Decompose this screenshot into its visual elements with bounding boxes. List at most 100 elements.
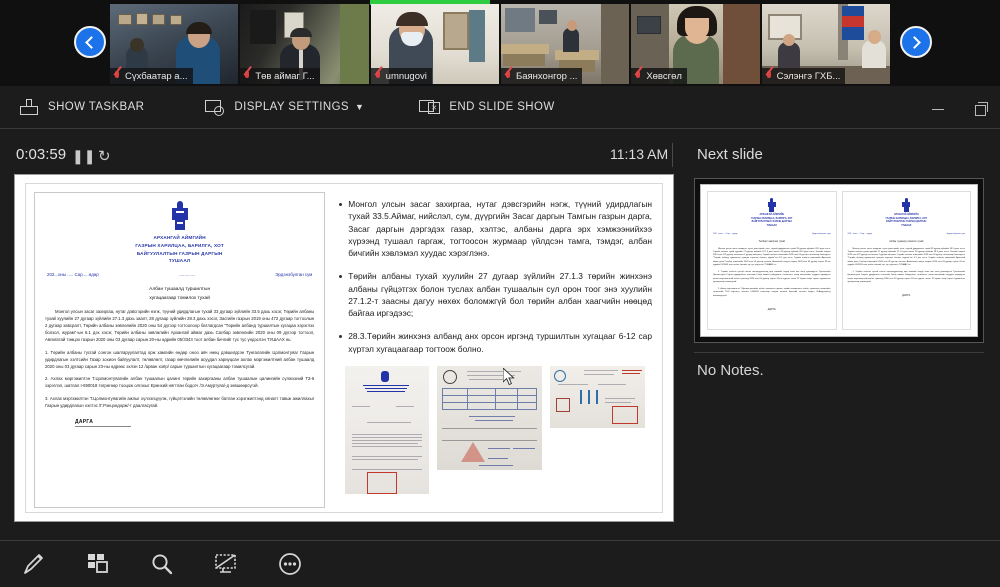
taskbar-icon (18, 98, 38, 116)
document-paragraph: 3. Ахлах мэргэжилтэн Т.Цолмонтуяагийн аж… (45, 396, 315, 409)
next-slide-canvas: АРХАНГАЙ АЙМГИЙН ГАЗРЫН ХАРИЛЦАА, БАРИЛГ… (700, 184, 978, 337)
end-show-icon (419, 98, 441, 116)
scanned-certificate-form-photo (437, 365, 543, 470)
next-doc-paragraph: 2. Ахлах мэргэжилтэн Т.Цолмонтуяагийн ал… (713, 288, 831, 297)
participant-tile[interactable]: Хөвсгөл (631, 4, 760, 84)
timer-pause-button[interactable]: ❚❚ (72, 148, 95, 165)
next-doc-date: 202...оны ... Сар.....өдөр (847, 232, 873, 235)
next-doc-meta: 202...оны ... Сар.....өдөр Эрдэнэбулган … (848, 233, 966, 235)
participant-tile[interactable]: umnugovi (370, 4, 499, 84)
end-slide-show-button[interactable]: END SLIDE SHOW (419, 86, 554, 129)
bullet-dot-icon (339, 275, 343, 279)
window-controls (928, 86, 990, 129)
document-meta: 202...оны ..... Сар.....өдөр ...........… (45, 272, 314, 277)
participant-name: Сэлэнгэ ГХБ... (776, 70, 841, 82)
bullet-text: Монгол улсын засаг захиргаа, нутаг дэвсг… (348, 199, 652, 259)
pen-tool-icon (24, 554, 43, 574)
participant-tiles: Сүхбаатар а... Төв аймаг Г... umnugovi Б… (110, 4, 890, 84)
bullet-dot-icon (339, 203, 343, 206)
next-doc-header-line: ТУШААЛ (901, 225, 912, 228)
muted-mic-icon (765, 70, 774, 82)
next-doc-date: 202...оны ... Сар.....өдөр (713, 232, 738, 235)
next-doc-signature: ДАРГА (902, 294, 911, 298)
participant-label: umnugovi (370, 68, 432, 84)
end-slide-show-label: END SLIDE SHOW (449, 101, 555, 113)
slide-canvas: АРХАНГАЙ АЙМГИЙН ГАЗРЫН ХАРИЛЦАА, БАРИЛГ… (25, 183, 663, 513)
doc-header-line: ТУШААЛ (168, 258, 191, 264)
show-taskbar-label: SHOW TASKBAR (48, 101, 145, 113)
slide-document-column: АРХАНГАЙ АЙМГИЙН ГАЗРЫН ХАРИЛЦАА, БАРИЛГ… (26, 184, 331, 512)
participant-label: Сэлэнгэ ГХБ... (761, 68, 846, 84)
next-doc-signature: ДАРГА (767, 307, 776, 311)
mongolia-soyombo-emblem-icon (767, 198, 777, 212)
document-paragraph: Монгол улсын засаг захиргаа, нутаг дэвсг… (45, 309, 315, 342)
pen-tool-button[interactable] (8, 541, 60, 587)
doc-subject-line: хугацаагаар томилох тухай (149, 295, 210, 301)
slide-photos (339, 365, 652, 494)
elapsed-timer: 0:03:59 (16, 145, 67, 163)
next-slide-preview[interactable]: АРХАНГАЙ АЙМГИЙН ГАЗРЫН ХАРИЛЦАА, БАРИЛГ… (694, 178, 984, 343)
participant-tile[interactable]: Сэлэнгэ ГХБ... (761, 4, 890, 84)
timer-row: 0:03:59 (0, 134, 1000, 174)
all-slides-button[interactable] (72, 541, 124, 587)
current-slide-view[interactable]: АРХАНГАЙ АЙМГИЙН ГАЗРЫН ХАРИЛЦАА, БАРИЛГ… (14, 174, 674, 522)
slide-show-toolbar (0, 540, 1000, 587)
black-screen-icon (215, 554, 236, 573)
next-slide-document-right: АРХАНГАЙ АЙМГИЙН ГАЗРЫН ХАРИЛЦАА, БАРИЛГ… (841, 191, 971, 330)
doc-number: .............. (178, 272, 196, 278)
doc-date: 202...оны ..... Сар.....өдөр (47, 272, 99, 278)
next-doc-subject: Төлбөрт ажиллах тухай (758, 239, 785, 243)
black-screen-button[interactable] (200, 541, 252, 587)
participant-label: Сүхбаатар а... (110, 68, 193, 84)
document-paragraph: 2. Ахлах мэргэжилтэн Т.Цолмонтуяагийн ал… (45, 376, 315, 389)
notes-divider (694, 352, 984, 353)
doc-header-line: АРХАНГАЙ АЙМГИЙН (153, 235, 206, 240)
display-settings-button[interactable]: DISPLAY SETTINGS ▼ (204, 86, 364, 129)
timer-reset-button[interactable]: ↻ (98, 147, 111, 165)
slide-bullet-column: Монгол улсын засаг захиргаа, нутаг дэвсг… (331, 184, 662, 512)
next-slide-document-left: АРХАНГАЙ АЙМГИЙН ГАЗРЫН ХАРИЛЦАА, БАРИЛГ… (707, 191, 837, 330)
minimize-icon[interactable] (928, 98, 948, 118)
restore-icon[interactable] (970, 98, 990, 118)
filmstrip-next-button[interactable] (900, 26, 932, 58)
toolbar-divider (672, 143, 673, 167)
muted-mic-icon (504, 70, 513, 82)
bullet-text: 28.3.Төрийн жинхэнэ албанд анх орсон ирг… (348, 331, 652, 354)
scanned-record-card-photo (550, 365, 646, 428)
doc-subject-line: Албан тушаалд туршилтын (149, 287, 211, 293)
all-slides-icon (88, 554, 108, 573)
presenter-toolbar: SHOW TASKBAR DISPLAY SETTINGS ▼ END SLID… (0, 86, 1000, 129)
participant-label: Баянхонгор ... (500, 68, 583, 84)
bullet-item: Монгол улсын засаг захиргаа, нутаг дэвсг… (339, 198, 652, 259)
participant-tile[interactable]: Сүхбаатар а... (110, 4, 239, 84)
bullet-item: 28.3.Төрийн жинхэнэ албанд анх орсон ирг… (339, 330, 652, 355)
more-options-icon (279, 553, 301, 575)
notes-text: No Notes. (697, 362, 764, 379)
doc-header-line: ГАЗРЫН ХАРИЛЦАА, БАРИЛГА, ХОТ (135, 242, 224, 248)
muted-mic-icon (113, 70, 122, 82)
participant-name: Сүхбаатар а... (125, 70, 188, 82)
display-settings-icon (204, 98, 225, 116)
more-options-button[interactable] (264, 541, 316, 587)
presenter-view-window: Сүхбаатар а... Төв аймаг Г... umnugovi Б… (0, 0, 1000, 587)
next-doc-paragraph: 1. Төрийн албаны тусгай сонгон шалгаруул… (713, 271, 831, 283)
participant-tile[interactable]: Төв аймаг Г... (240, 4, 369, 84)
participant-name: Хөвсгөл (646, 70, 682, 82)
next-doc-header: АРХАНГАЙ АЙМГИЙН ГАЗРЫН ХАРИЛЦАА, БАРИЛГ… (848, 214, 966, 229)
participant-label: Төв аймаг Г... (240, 68, 320, 84)
participant-tile[interactable]: Баянхонгор ... (500, 4, 630, 84)
zoom-slide-button[interactable] (136, 541, 188, 587)
next-doc-paragraph: 1. Төрийн албаны тусгай сонгон шалгаруул… (847, 271, 966, 283)
next-doc-paragraph: Монгол улсын засаг захиргаа, нутаг дэвсг… (713, 247, 831, 266)
show-taskbar-button[interactable]: SHOW TASKBAR (18, 86, 144, 129)
filmstrip-prev-button[interactable] (74, 26, 106, 58)
participant-name: umnugovi (385, 70, 427, 82)
document-header: АРХАНГАЙ АЙМГИЙН ГАЗРЫН ХАРИЛЦАА, БАРИЛГ… (45, 234, 314, 265)
participant-label: Хөвсгөл (631, 68, 687, 84)
doc-header-line: БАЙГУУЛАЛТЫН ГАЗРЫН ДАРГЫН (136, 250, 223, 256)
mongolia-soyombo-emblem-icon (901, 198, 911, 212)
bullet-text: Төрийн албаны тухай хуулийн 27 дугаар зү… (348, 271, 652, 319)
signature-line (75, 425, 131, 427)
next-doc-subject: Албан тушаалд томилох тухай (889, 239, 924, 243)
next-doc-place: Эрдэнэбулган сум (812, 232, 831, 235)
